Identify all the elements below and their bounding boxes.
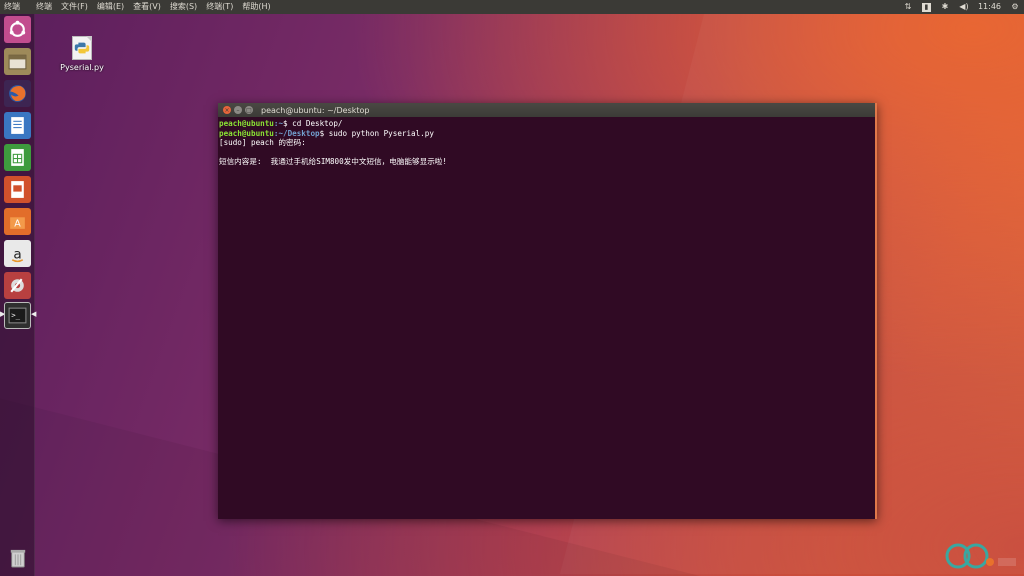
global-menu: 终端 文件(F) 编辑(E) 查看(V) 搜索(S) 终端(T) 帮助(H) <box>36 0 271 14</box>
files-icon[interactable] <box>4 48 31 75</box>
desktop-file-label: Pyserial.py <box>60 63 104 72</box>
system-settings-icon[interactable] <box>4 272 31 299</box>
input-method-icon[interactable]: ▮ <box>921 2 931 12</box>
ubuntu-dash-icon[interactable] <box>4 16 31 43</box>
bluetooth-icon[interactable]: ✱ <box>940 2 950 12</box>
gear-icon[interactable]: ⚙ <box>1010 2 1020 12</box>
terminal-line: [sudo] peach 的密码: <box>219 138 306 148</box>
terminal-window[interactable]: × – □ peach@ubuntu: ~/Desktop peach@ubun… <box>218 103 877 519</box>
firefox-icon[interactable] <box>4 80 31 107</box>
menu-file[interactable]: 文件(F) <box>61 0 88 14</box>
amazon-icon[interactable]: a <box>4 240 31 267</box>
menu-view[interactable]: 查看(V) <box>133 0 161 14</box>
menu-terminal[interactable]: 终端(T) <box>206 0 233 14</box>
calc-icon[interactable] <box>4 144 31 171</box>
window-titlebar[interactable]: × – □ peach@ubuntu: ~/Desktop <box>218 103 875 117</box>
keyboard-layout-icon[interactable]: ⇅ <box>903 2 913 12</box>
desktop-file-pyserial[interactable]: Pyserial.py <box>58 36 106 72</box>
terminal-line: peach@ubuntu:~$ cd Desktop/ <box>219 119 343 128</box>
indicator-area: ⇅ ▮ ✱ ◀) 11:46 ⚙ <box>903 0 1020 14</box>
focused-indicator-icon: ◀ <box>31 310 37 318</box>
active-app-name: 终端 <box>4 2 20 11</box>
terminal-icon[interactable]: >_ <box>4 302 31 329</box>
trash-icon[interactable] <box>4 544 31 571</box>
maximize-icon[interactable]: □ <box>245 106 253 114</box>
impress-icon[interactable] <box>4 176 31 203</box>
writer-icon[interactable] <box>4 112 31 139</box>
svg-text:A: A <box>14 219 21 230</box>
software-center-icon[interactable]: A <box>4 208 31 235</box>
terminal-line: 短信内容是: 我通过手机给SIM800发中文短信，电脑能够显示啦! <box>219 157 447 167</box>
clock[interactable]: 11:46 <box>978 0 1001 14</box>
menu-help[interactable]: 帮助(H) <box>242 0 270 14</box>
menu-terminal-app[interactable]: 终端 <box>36 0 52 14</box>
python-file-icon <box>72 36 92 60</box>
minimize-icon[interactable]: – <box>234 106 242 114</box>
menu-search[interactable]: 搜索(S) <box>170 0 197 14</box>
menu-edit[interactable]: 编辑(E) <box>97 0 124 14</box>
top-panel: 终端 终端 文件(F) 编辑(E) 查看(V) 搜索(S) 终端(T) 帮助(H… <box>0 0 1024 14</box>
close-icon[interactable]: × <box>223 106 231 114</box>
svg-text:>_: >_ <box>11 311 20 320</box>
terminal-output[interactable]: peach@ubuntu:~$ cd Desktop/peach@ubuntu:… <box>218 117 875 169</box>
window-title: peach@ubuntu: ~/Desktop <box>261 105 370 115</box>
launcher: A a ▶ >_ ◀ <box>0 14 37 576</box>
watermark-logo <box>940 540 1018 572</box>
terminal-line: peach@ubuntu:~/Desktop$ sudo python Pyse… <box>219 128 434 138</box>
volume-icon[interactable]: ◀) <box>959 2 969 12</box>
